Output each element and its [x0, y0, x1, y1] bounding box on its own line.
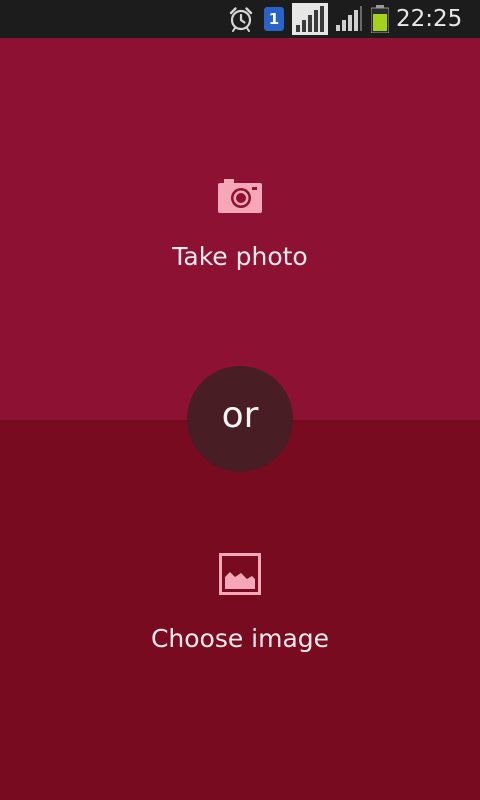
take-photo-label: Take photo — [172, 242, 308, 271]
alarm-icon — [226, 0, 256, 38]
choose-image-label: Choose image — [150, 624, 330, 653]
status-bar: 1 22:25 — [0, 0, 480, 38]
screen: 1 22:25 Take photo Choose image or — [0, 0, 480, 800]
camera-icon — [214, 174, 266, 218]
sim-card-icon: 1 — [262, 0, 286, 38]
image-icon — [214, 552, 266, 596]
battery-icon — [368, 0, 392, 38]
signal-strength-icon — [334, 0, 364, 38]
or-separator: or — [187, 366, 293, 472]
take-photo-button[interactable]: Take photo — [0, 38, 480, 420]
signal-strength-icon — [291, 0, 329, 38]
status-bar-clock: 22:25 — [396, 6, 463, 32]
choose-image-button[interactable]: Choose image — [0, 420, 480, 800]
sim-slot-number: 1 — [264, 7, 284, 31]
